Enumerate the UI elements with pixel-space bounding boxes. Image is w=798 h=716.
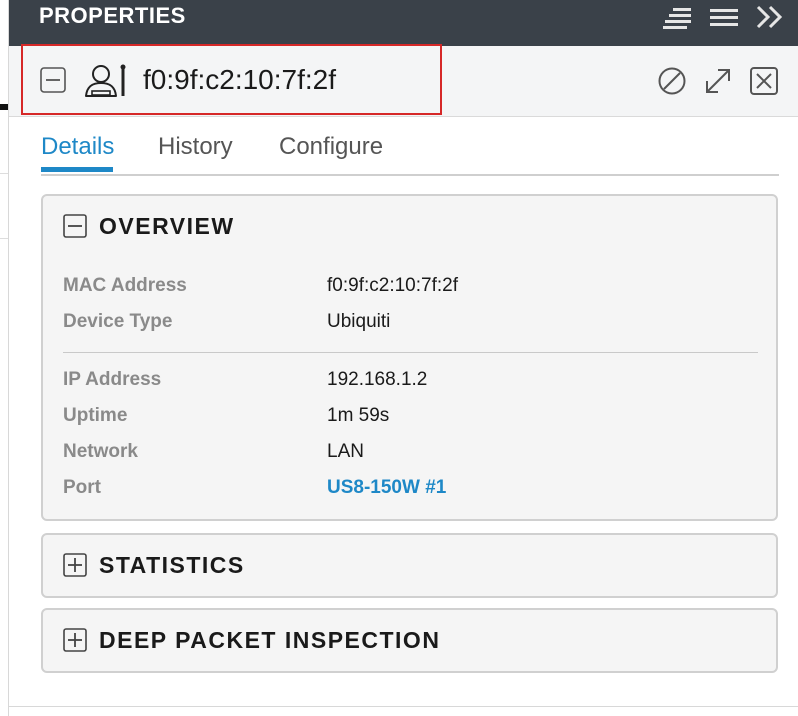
port-link[interactable]: US8-150W #1 (327, 477, 446, 499)
dpi-section[interactable]: DEEP PACKET INSPECTION (41, 608, 778, 673)
detail-row-device-type: Device Type Ubiquiti (63, 311, 763, 341)
detail-label: IP Address (63, 369, 162, 390)
close-icon[interactable] (749, 66, 779, 96)
active-tab-indicator (41, 167, 113, 172)
detail-value: 1m 59s (327, 405, 390, 426)
page-edge-divider (0, 173, 8, 174)
detail-row-ip: IP Address 192.168.1.2 (63, 369, 763, 399)
menu-icon[interactable] (709, 4, 739, 32)
align-icon[interactable] (663, 4, 693, 32)
collapse-icon[interactable] (63, 214, 87, 238)
detail-label: Network (63, 441, 138, 462)
double-chevron-right-icon[interactable] (755, 4, 785, 32)
detail-label: Port (63, 477, 101, 498)
overview-section: OVERVIEW MAC Address f0:9f:c2:10:7f:2f D… (41, 194, 778, 521)
tab-history[interactable]: History (158, 133, 233, 161)
panel-title: PROPERTIES (39, 3, 186, 28)
detail-label: Uptime (63, 405, 128, 426)
detail-label: Device Type (63, 311, 173, 332)
detail-value: 192.168.1.2 (327, 369, 428, 390)
section-divider (63, 352, 758, 353)
expand-plus-icon[interactable] (63, 553, 87, 577)
statistics-title: STATISTICS (99, 552, 245, 578)
detail-row-network: Network LAN (63, 441, 763, 471)
statistics-section[interactable]: STATISTICS (41, 533, 778, 598)
overview-title: OVERVIEW (99, 213, 235, 239)
dpi-title: DEEP PACKET INSPECTION (99, 627, 441, 653)
detail-row-port: Port US8-150W #1 (63, 477, 763, 507)
detail-value: LAN (327, 441, 364, 462)
detail-row-mac: MAC Address f0:9f:c2:10:7f:2f (63, 275, 763, 305)
panel-bottom-divider (9, 706, 798, 707)
tab-configure[interactable]: Configure (279, 133, 383, 161)
tab-bar: Details History Configure (41, 130, 779, 176)
expand-icon[interactable] (703, 66, 733, 96)
page-edge-marker (0, 104, 8, 110)
detail-label: MAC Address (63, 275, 187, 296)
detail-value: Ubiquiti (327, 311, 391, 332)
panel-header: PROPERTIES (9, 0, 798, 46)
selection-highlight (21, 44, 442, 115)
tab-details[interactable]: Details (41, 133, 114, 161)
block-icon[interactable] (657, 66, 687, 96)
page-edge-divider (0, 238, 8, 239)
detail-value: f0:9f:c2:10:7f:2f (327, 275, 458, 296)
properties-panel: PROPERTIES f0:9f:c2:10:7f:2f Details His… (8, 0, 798, 716)
detail-row-uptime: Uptime 1m 59s (63, 405, 763, 435)
expand-plus-icon[interactable] (63, 628, 87, 652)
